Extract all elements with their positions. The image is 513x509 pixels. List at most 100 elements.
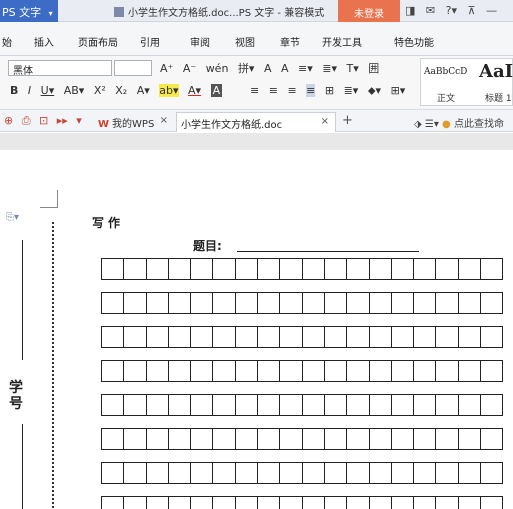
pinyin-icon[interactable]: wén [206,62,229,75]
grid-cell[interactable] [234,462,259,484]
grid-cell[interactable] [234,496,259,509]
sort-icon[interactable]: T▾ [347,62,359,75]
underline-button[interactable]: U▾ [41,84,55,97]
tab-references[interactable]: 引用 [140,34,160,49]
grid-cell[interactable] [368,496,392,509]
app-menu-button[interactable]: PS 文字 ▾ [0,0,58,22]
shading-fill-icon[interactable]: ⬥▾ [368,84,381,97]
grid-cell[interactable] [257,292,281,314]
grid-cell[interactable] [190,394,214,416]
grid-cell[interactable] [212,428,236,450]
grid-cell[interactable] [145,326,169,348]
grid-cell[interactable] [435,496,459,509]
grid-cell[interactable] [390,326,415,348]
grid-cell[interactable] [480,428,504,450]
print-icon[interactable]: ⎙ [22,114,31,127]
grid-cell[interactable] [390,394,415,416]
grid-cell[interactable] [212,326,236,348]
grid-cell[interactable] [101,360,125,382]
grid-cell[interactable] [457,428,482,450]
grid-cell[interactable] [212,462,236,484]
borders-icon[interactable]: ⊞▾ [391,84,406,97]
align-right-icon[interactable]: ≡ [287,84,296,97]
grid-cell[interactable] [457,394,482,416]
grid-cell[interactable] [457,496,482,509]
grid-cell[interactable] [145,428,169,450]
grid-cell[interactable] [301,360,325,382]
grid-cell[interactable] [435,428,459,450]
style-sample-heading1[interactable]: AaI [479,61,513,82]
grid-cell[interactable] [457,258,482,280]
grid-cell[interactable] [234,360,259,382]
grid-cell[interactable] [346,496,370,509]
close-icon[interactable]: × [321,116,329,127]
grid-cell[interactable] [212,394,236,416]
grid-cell[interactable] [390,428,415,450]
grid-cell[interactable] [323,292,348,314]
undo-icon[interactable]: ▾ [76,114,82,127]
styles-gallery[interactable]: AaBbCcD AaI 正文 标题 1 [420,58,513,106]
grid-cell[interactable] [257,462,281,484]
grid-cell[interactable] [212,496,236,509]
grid-cell[interactable] [301,496,325,509]
grid-cell[interactable] [145,462,169,484]
grid-cell[interactable] [257,258,281,280]
italic-button[interactable]: I [28,84,31,97]
print-preview-icon[interactable]: ⊡ [39,114,48,127]
grid-cell[interactable] [279,292,303,314]
grid-cell[interactable] [368,258,392,280]
grid-cell[interactable] [301,462,325,484]
grid-cell[interactable] [123,326,147,348]
grid-cell[interactable] [301,394,325,416]
grid-cell[interactable] [301,326,325,348]
grid-cell[interactable] [145,496,169,509]
grid-cell[interactable] [480,258,504,280]
grid-cell[interactable] [480,326,504,348]
char-shading-icon[interactable]: A [281,62,289,75]
grid-cell[interactable] [257,496,281,509]
grid-cell[interactable] [101,462,125,484]
tab-active-document[interactable]: 小学生作文方格纸.doc × [176,112,336,132]
tab-special-features[interactable]: 特色功能 [394,34,434,49]
grid-cell[interactable] [323,360,348,382]
grid-cell[interactable] [167,258,192,280]
align-justify-icon[interactable]: ≡ [306,84,316,97]
bold-button[interactable]: B [10,84,18,97]
tab-developer[interactable]: 开发工具 [322,34,362,49]
tab-view[interactable]: 视图 [235,34,255,49]
grid-cell[interactable] [346,258,370,280]
grid-cell[interactable] [190,462,214,484]
grid-cell[interactable] [279,360,303,382]
grid-cell[interactable] [101,428,125,450]
grid-cell[interactable] [457,326,482,348]
grid-cell[interactable] [435,394,459,416]
grid-cell[interactable] [234,258,259,280]
font-name-select[interactable]: 黑体 [8,60,112,77]
grid-cell[interactable] [346,394,370,416]
grid-cell[interactable] [279,462,303,484]
grid-cell[interactable] [480,360,504,382]
tab-home[interactable]: 始 [2,34,12,49]
command-search-hint[interactable]: 点此查找命 [454,119,504,130]
grid-cell[interactable] [390,258,415,280]
grid-cell[interactable] [457,462,482,484]
grid-cell[interactable] [123,360,147,382]
grid-cell[interactable] [145,258,169,280]
grid-cell[interactable] [234,292,259,314]
grid-cell[interactable] [190,326,214,348]
grid-cell[interactable] [123,462,147,484]
grid-cell[interactable] [457,292,482,314]
strip-right-icons[interactable]: ⬗ ☰▾ [414,119,439,130]
grid-cell[interactable] [145,292,169,314]
grid-cell[interactable] [368,462,392,484]
topic-blank-line[interactable] [237,251,419,252]
grid-cell[interactable] [435,360,459,382]
grid-cell[interactable] [457,360,482,382]
grid-cell[interactable] [257,394,281,416]
minimize-icon[interactable]: — [486,4,497,17]
grid-cell[interactable] [323,462,348,484]
grid-cell[interactable] [346,360,370,382]
grid-cell[interactable] [435,292,459,314]
new-tab-button[interactable]: + [342,113,353,128]
grid-cell[interactable] [323,496,348,509]
